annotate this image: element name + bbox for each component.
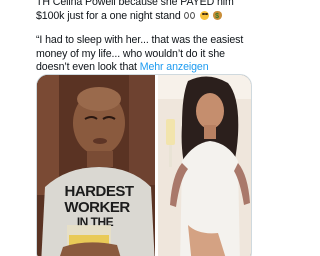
tweet-media: HARDEST WORKER IN THE [36, 74, 252, 256]
money-bag-icon [213, 10, 223, 23]
eyes-icon [184, 11, 196, 20]
show-more-link[interactable]: Mehr anzeigen [140, 61, 209, 73]
media-image-left[interactable]: HARDEST WORKER IN THE [37, 75, 155, 256]
tweet-quote-line: “I had to sleep with her... that was the… [36, 34, 252, 75]
flushed-face-icon [200, 10, 210, 20]
face-shape [196, 93, 224, 129]
tweet-text: TH Celina Powell because she PAYED him $… [36, 0, 252, 75]
woman-photo [158, 75, 251, 256]
shirt-text-line1: HARDEST [64, 183, 133, 200]
man-photo: HARDEST WORKER IN THE [37, 75, 155, 256]
media-image-right[interactable] [158, 75, 251, 256]
tweet: TH Celina Powell because she PAYED him $… [0, 0, 256, 256]
champagne-glass-shape [166, 119, 175, 145]
tweet-header-line: TH Celina Powell because she PAYED him $… [36, 0, 252, 23]
shirt-text-line2: WORKER [64, 199, 130, 216]
